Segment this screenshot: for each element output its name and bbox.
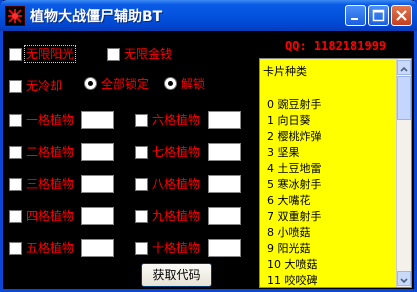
slot-8-label[interactable]: 八格植物	[152, 177, 200, 191]
qq-contact: QQ: 1182181999	[285, 39, 387, 53]
slot-2-label[interactable]: 二格植物	[26, 145, 74, 159]
slot-6-input[interactable]	[208, 111, 241, 129]
unlimited-sun-checkbox[interactable]	[9, 48, 22, 61]
chevron-down-icon	[400, 278, 408, 284]
chevron-up-icon	[400, 66, 408, 72]
scroll-thumb[interactable]	[397, 76, 411, 120]
list-item[interactable]: 6 大嘴花	[267, 192, 311, 208]
unlock-radio[interactable]	[164, 77, 177, 90]
slot-1-checkbox[interactable]	[9, 114, 22, 127]
app-window: 植物大战僵尸辅助BT QQ: 1182181999 无限阳光 无限金钱 无冷却 …	[0, 0, 417, 292]
list-item[interactable]: 2 樱桃炸弹	[267, 128, 322, 144]
close-button[interactable]	[391, 5, 412, 26]
no-cooldown-label[interactable]: 无冷却	[26, 79, 62, 93]
slot-10-checkbox[interactable]	[135, 242, 148, 255]
slot-1-label[interactable]: 一格植物	[26, 113, 74, 127]
slot-4-checkbox[interactable]	[9, 210, 22, 223]
slot-7-label[interactable]: 七格植物	[152, 145, 200, 159]
slot-3-input[interactable]	[81, 175, 114, 193]
slot-9-input[interactable]	[208, 207, 241, 225]
slot-7-input[interactable]	[208, 143, 241, 161]
slot-8-input[interactable]	[208, 175, 241, 193]
maximize-button[interactable]	[368, 5, 389, 26]
slot-10-label[interactable]: 十格植物	[152, 241, 200, 255]
list-item[interactable]: 11 咬咬碑	[267, 272, 318, 287]
list-item[interactable]: 1 向日葵	[267, 112, 311, 128]
unlimited-money-checkbox[interactable]	[107, 48, 120, 61]
minimize-button[interactable]	[345, 5, 366, 26]
title-bar[interactable]: 植物大战僵尸辅助BT	[0, 0, 417, 31]
list-item[interactable]: 3 坚果	[267, 144, 300, 160]
get-code-button[interactable]: 获取代码	[141, 263, 212, 287]
slot-6-label[interactable]: 六格植物	[152, 113, 200, 127]
unlimited-money-label[interactable]: 无限金钱	[124, 47, 172, 61]
slot-4-label[interactable]: 四格植物	[26, 209, 74, 223]
slot-5-checkbox[interactable]	[9, 242, 22, 255]
slot-8-checkbox[interactable]	[135, 178, 148, 191]
slot-9-checkbox[interactable]	[135, 210, 148, 223]
list-item[interactable]: 10 大喷菇	[267, 256, 318, 272]
card-list-header: 卡片种类	[263, 65, 307, 78]
scroll-up-button[interactable]	[397, 60, 411, 75]
no-cooldown-checkbox[interactable]	[9, 80, 22, 93]
list-item[interactable]: 5 寒冰射手	[267, 176, 322, 192]
slot-2-checkbox[interactable]	[9, 146, 22, 159]
list-item[interactable]: 8 小喷菇	[267, 224, 311, 240]
list-item[interactable]: 4 土豆地雷	[267, 160, 322, 176]
slot-9-label[interactable]: 九格植物	[152, 209, 200, 223]
unlimited-sun-label[interactable]: 无限阳光	[23, 45, 77, 63]
lock-all-radio[interactable]	[84, 77, 97, 90]
slot-4-input[interactable]	[81, 207, 114, 225]
slot-7-checkbox[interactable]	[135, 146, 148, 159]
slot-3-checkbox[interactable]	[9, 178, 22, 191]
scroll-down-button[interactable]	[397, 271, 411, 286]
list-item[interactable]: 0 豌豆射手	[267, 96, 322, 112]
slot-1-input[interactable]	[81, 111, 114, 129]
list-item[interactable]: 7 双重射手	[267, 208, 322, 224]
slot-5-label[interactable]: 五格植物	[26, 241, 74, 255]
app-icon	[5, 6, 25, 26]
lock-all-label[interactable]: 全部锁定	[101, 77, 149, 91]
slot-10-input[interactable]	[208, 239, 241, 257]
slot-5-input[interactable]	[81, 239, 114, 257]
slot-3-label[interactable]: 三格植物	[26, 177, 74, 191]
unlock-label[interactable]: 解锁	[181, 77, 205, 91]
slot-6-checkbox[interactable]	[135, 114, 148, 127]
list-item[interactable]: 9 阳光菇	[267, 240, 311, 256]
card-type-list[interactable]: 卡片种类 0 豌豆射手 1 向日葵 2 樱桃炸弹 3 坚果 4 土豆地雷 5 寒…	[259, 58, 412, 288]
slot-2-input[interactable]	[81, 143, 114, 161]
list-scrollbar[interactable]	[396, 59, 411, 287]
window-title: 植物大战僵尸辅助BT	[30, 9, 163, 25]
